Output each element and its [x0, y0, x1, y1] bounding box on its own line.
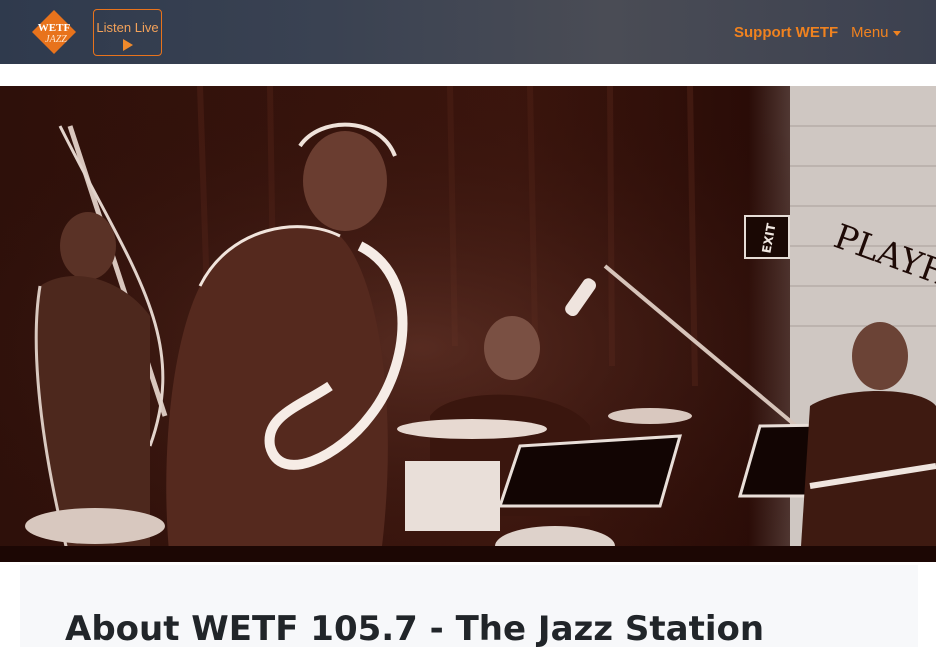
menu-label: Menu	[851, 24, 889, 41]
play-icon	[122, 38, 133, 51]
top-navbar: WETF JAZZ Listen Live Support WETF Menu	[0, 0, 936, 64]
support-wetf-link[interactable]: Support WETF	[734, 24, 838, 41]
page-title: About WETF 105.7 - The Jazz Station	[65, 609, 765, 647]
menu-dropdown-toggle[interactable]: Menu	[851, 24, 901, 41]
about-content-card: About WETF 105.7 - The Jazz Station	[20, 565, 918, 647]
hero-band-photo: PLAYH EXIT	[0, 86, 936, 562]
listen-live-button[interactable]: Listen Live	[93, 9, 162, 56]
svg-text:WETF: WETF	[38, 22, 71, 34]
caret-down-icon	[892, 30, 901, 36]
wetf-jazz-logo[interactable]: WETF JAZZ	[31, 9, 77, 55]
svg-text:JAZZ: JAZZ	[45, 34, 67, 45]
listen-live-label: Listen Live	[96, 19, 159, 35]
